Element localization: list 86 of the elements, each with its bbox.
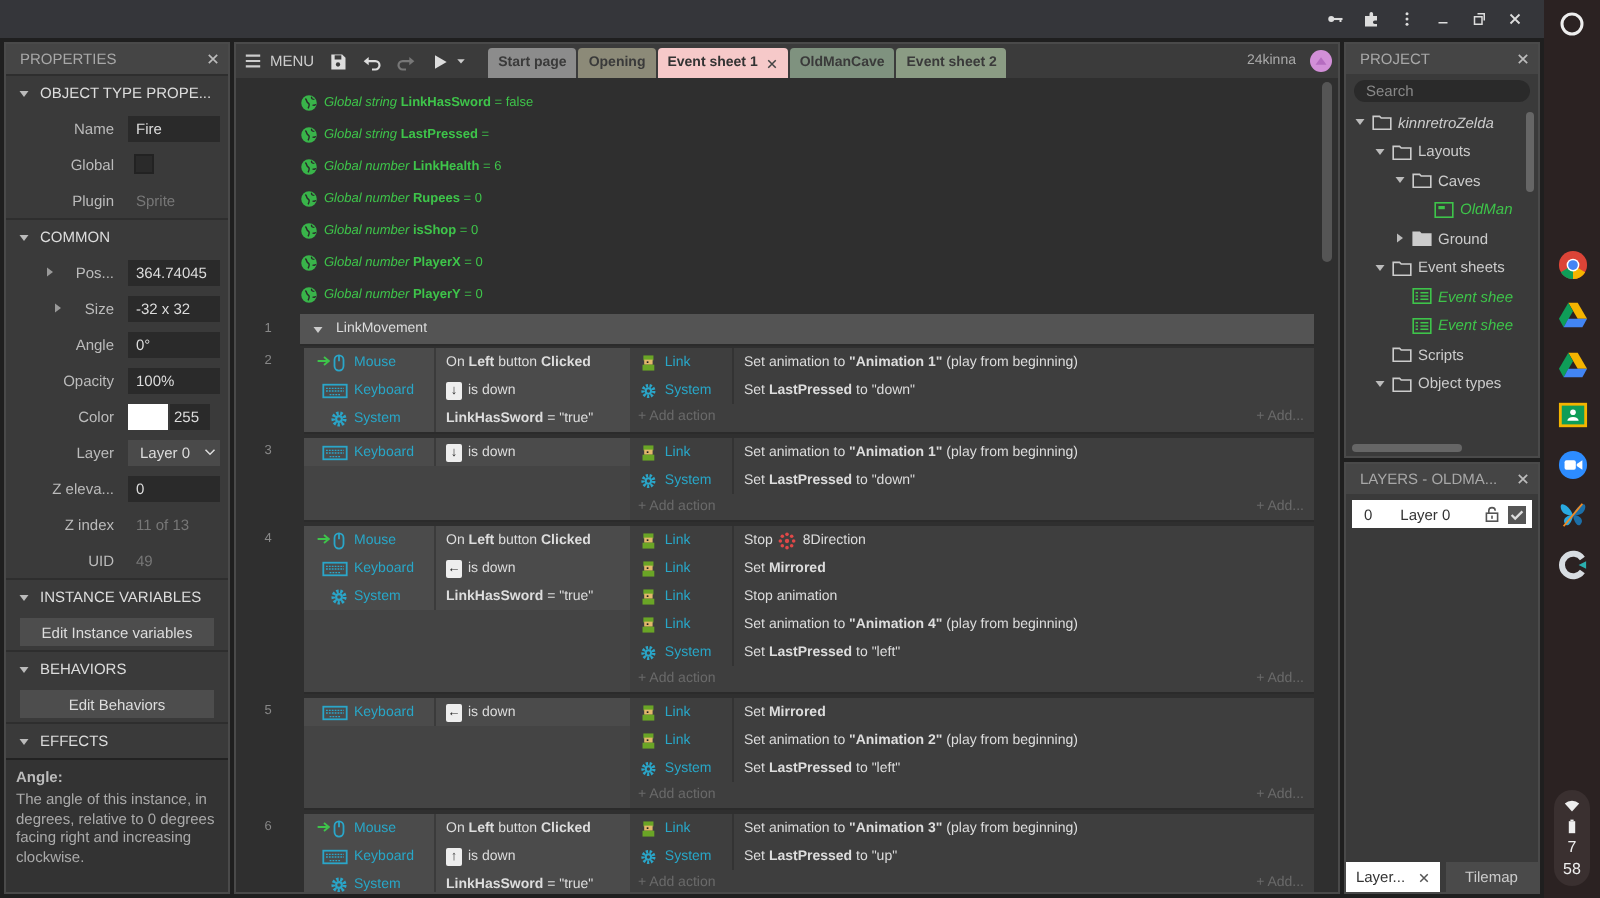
dotted-grid-icon [778, 531, 797, 549]
mouse-icon [330, 531, 348, 549]
undo-icon[interactable] [362, 51, 383, 71]
restore-icon[interactable] [1470, 10, 1488, 28]
globe-icon [300, 253, 318, 271]
scrollbar[interactable] [1322, 82, 1332, 262]
sprite-icon [640, 531, 657, 549]
sprite-icon [640, 559, 657, 577]
expand-triangle-icon[interactable] [18, 591, 30, 603]
battery-icon [1564, 818, 1580, 834]
globe-icon [300, 189, 318, 207]
round-app-icon[interactable] [1557, 249, 1587, 279]
gear-icon [640, 759, 657, 777]
gear-icon [330, 587, 348, 605]
c-shape-app-icon[interactable] [1557, 549, 1587, 579]
redo-icon[interactable] [396, 51, 417, 71]
board-app-icon[interactable] [1557, 399, 1587, 429]
color-swatch[interactable] [128, 403, 168, 429]
globe-icon [300, 93, 318, 111]
lock-icon[interactable] [1484, 506, 1500, 522]
expand-triangle-icon[interactable] [312, 323, 324, 335]
save-icon[interactable] [328, 51, 349, 71]
wifi-icon [1564, 798, 1580, 814]
globe-icon [300, 285, 318, 303]
gear-icon [640, 847, 657, 865]
expand-triangle-icon[interactable] [1374, 377, 1386, 390]
expand-triangle-icon[interactable] [18, 663, 30, 675]
expand-triangle-icon[interactable] [18, 231, 30, 243]
puzzle-icon[interactable] [1362, 10, 1380, 28]
expand-triangle-icon[interactable] [1394, 232, 1406, 245]
globe-icon [300, 157, 318, 175]
caret-icon[interactable] [456, 56, 467, 66]
triangle-app-icon[interactable] [1557, 299, 1587, 329]
visibility-checkbox[interactable] [1508, 505, 1526, 523]
globe-icon [300, 221, 318, 239]
mouse-icon [330, 353, 348, 371]
gear-icon [640, 471, 657, 489]
expand-triangle-icon[interactable] [1394, 174, 1406, 187]
keyboard-icon [322, 703, 348, 721]
sprite-icon [640, 443, 657, 461]
globe-icon [300, 125, 318, 143]
play-icon[interactable] [430, 51, 451, 71]
mouse-icon [330, 819, 348, 837]
clock-text: 58 [1563, 860, 1581, 878]
layout-icon [1434, 201, 1454, 218]
expand-triangle-icon[interactable] [18, 87, 30, 99]
circle-icon[interactable] [1558, 10, 1586, 38]
expand-triangle-icon[interactable] [1374, 145, 1386, 158]
avatar-icon[interactable] [1310, 50, 1332, 72]
close-icon[interactable] [1516, 52, 1530, 66]
key-icon[interactable] [1326, 10, 1344, 28]
clock-text: 7 [1567, 838, 1577, 856]
camera-app-icon[interactable] [1557, 449, 1587, 479]
keyboard-icon [322, 559, 348, 577]
sprite-icon [640, 587, 657, 605]
scrollbar[interactable] [1352, 444, 1462, 452]
status-tray[interactable]: 7 58 [1554, 790, 1590, 886]
expand-triangle-icon[interactable] [43, 266, 56, 278]
gear-icon [330, 409, 348, 427]
event-block[interactable] [304, 526, 1314, 694]
checkbox[interactable] [134, 154, 154, 174]
keyboard-icon [322, 847, 348, 865]
gear-icon [640, 643, 657, 661]
caret-icon [204, 446, 216, 458]
gear-icon [640, 381, 657, 399]
list-icon [1412, 317, 1432, 334]
close-icon[interactable] [765, 57, 778, 69]
expand-triangle-icon[interactable] [18, 735, 30, 747]
sprite-icon [640, 731, 657, 749]
expand-triangle-icon[interactable] [1374, 261, 1386, 274]
sprite-icon [640, 615, 657, 633]
keyboard-icon [322, 443, 348, 461]
close-icon[interactable] [206, 52, 220, 66]
keyboard-icon [322, 381, 348, 399]
expand-triangle-icon[interactable] [52, 302, 65, 314]
menu-icon [244, 52, 262, 70]
butterfly-app-icon[interactable] [1557, 499, 1587, 529]
close-icon[interactable] [1417, 871, 1430, 883]
triangle-app-icon[interactable] [1557, 349, 1587, 379]
expand-triangle-icon[interactable] [1354, 116, 1366, 129]
sprite-icon [640, 703, 657, 721]
close-icon[interactable] [1516, 472, 1530, 486]
sprite-icon [640, 353, 657, 371]
scrollbar[interactable] [1526, 112, 1534, 192]
sprite-icon [640, 819, 657, 837]
list-icon [1412, 288, 1432, 305]
